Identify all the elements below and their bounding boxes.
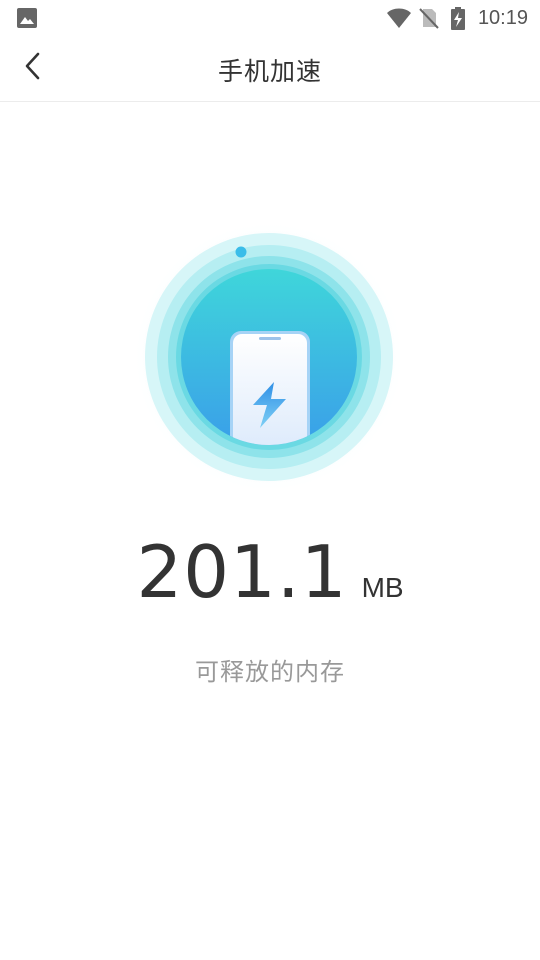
status-bar: 10:19 [0, 0, 540, 36]
memory-caption: 可释放的内存 [195, 658, 345, 686]
memory-value: 201.1 [136, 530, 348, 614]
memory-readout: 201.1 MB [0, 530, 540, 614]
status-time: 10:19 [477, 6, 528, 29]
no-sim-icon [418, 7, 440, 29]
speed-up-illustration [131, 221, 407, 501]
wifi-icon [386, 7, 411, 29]
status-icons: 10:19 [386, 6, 528, 30]
page-title: 手机加速 [217, 57, 322, 86]
memory-unit: MB [361, 572, 404, 603]
image-notification-icon [16, 7, 38, 29]
title-bar: 手机加速 [0, 36, 540, 102]
battery-charging-icon [450, 7, 466, 30]
